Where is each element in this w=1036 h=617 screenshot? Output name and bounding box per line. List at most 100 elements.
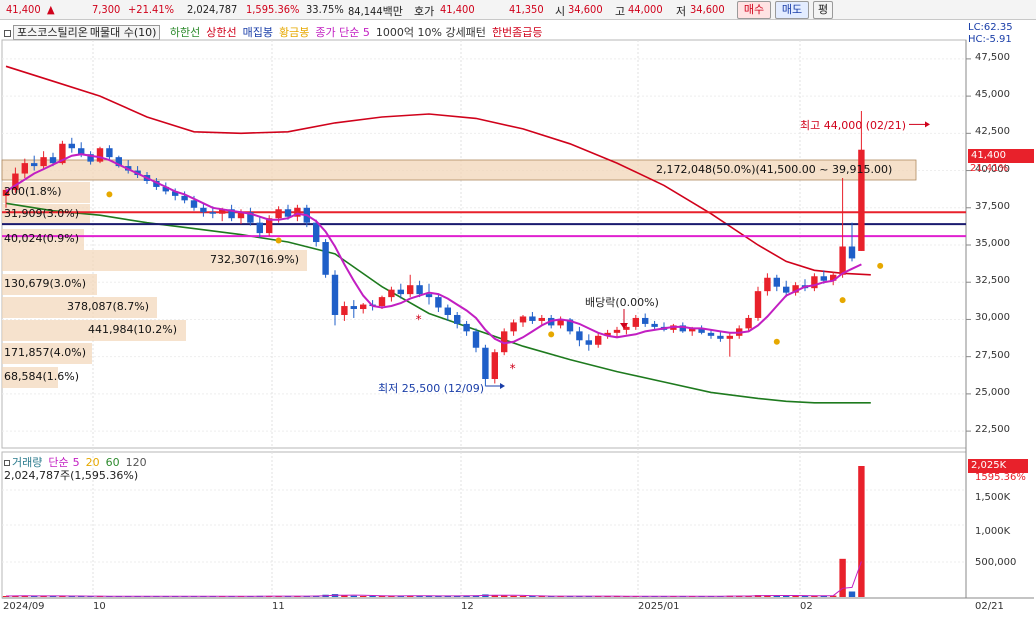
candle-body xyxy=(754,291,762,318)
volume-profile-label: 441,984(10.2%) xyxy=(88,323,178,336)
golden-bar-marker xyxy=(275,237,282,244)
candle-body xyxy=(322,242,329,275)
volume-profile-label: 200(1.8%) xyxy=(4,185,62,198)
x-label-2025-01: 2025/01 xyxy=(638,601,680,612)
candle-body xyxy=(717,335,724,339)
candle-body xyxy=(68,143,75,149)
y-tick-label: 27,500 xyxy=(975,349,1010,361)
y-tick-label: 45,000 xyxy=(975,89,1010,101)
volume-bar xyxy=(360,596,367,597)
candle-body xyxy=(388,289,395,298)
volume-profile-label: 2,172,048(50.0%)(41,500.00 ~ 39,915.00) xyxy=(656,163,893,176)
candle-body xyxy=(350,306,357,310)
candle-body xyxy=(585,340,592,345)
golden-bar-marker xyxy=(548,331,555,338)
candle-body xyxy=(31,163,38,167)
y-tick-label: 42,500 xyxy=(975,126,1010,138)
candle-body xyxy=(529,316,536,321)
volume-bar xyxy=(350,595,357,597)
x-label-02: 02 xyxy=(800,601,813,612)
candle-body xyxy=(707,332,715,336)
volume-box-icon xyxy=(4,460,10,466)
candle-body xyxy=(454,314,461,324)
y-tick-label: 30,000 xyxy=(975,312,1010,324)
y-tick-label: 25,000 xyxy=(975,386,1010,398)
candle-body xyxy=(651,323,658,327)
current-price-tag: 41,400 xyxy=(968,149,1034,163)
candle-body xyxy=(510,322,517,332)
candle-body xyxy=(482,347,489,379)
x-label-12: 12 xyxy=(461,601,474,612)
candle-body xyxy=(839,246,846,275)
asterisk-marker: * xyxy=(416,312,422,326)
volume-ma5-line xyxy=(5,561,862,597)
candle-body xyxy=(416,285,423,295)
candle-body xyxy=(275,209,282,219)
candle-body xyxy=(726,335,733,339)
candle-body xyxy=(773,277,780,287)
candle-body xyxy=(613,329,621,333)
volume-axis-500k: 500,000 xyxy=(975,557,1017,568)
y-tick-label: 32,500 xyxy=(975,275,1010,287)
asterisk-marker: * xyxy=(510,362,516,376)
candle-body xyxy=(463,323,470,332)
volume-bar xyxy=(839,558,846,597)
x-label-02-21: 02/21 xyxy=(975,601,1004,612)
volume-bar xyxy=(501,595,508,597)
current-pct-tag: 21.41% xyxy=(970,163,1009,174)
candle-body xyxy=(313,222,320,243)
candle-body xyxy=(595,335,602,345)
candle-body xyxy=(491,352,498,379)
golden-bar-marker xyxy=(106,191,113,198)
candle-body xyxy=(764,277,771,292)
volume-profile-label: 68,584(1.6%) xyxy=(4,370,80,383)
candle-body xyxy=(209,212,216,214)
volume-profile-label: 378,087(8.7%) xyxy=(67,300,150,313)
low-arrow-icon xyxy=(500,383,505,389)
candle-body xyxy=(190,200,198,208)
candle-body xyxy=(435,297,442,308)
golden-bar-marker xyxy=(839,297,846,304)
candle-body xyxy=(576,331,583,341)
candle-body xyxy=(425,294,433,298)
y-tick-label: 37,500 xyxy=(975,200,1010,212)
candle-body xyxy=(632,317,639,327)
x-label-10: 10 xyxy=(93,601,106,612)
high-annotation: 최고 44,000 (02/21) xyxy=(800,119,907,132)
y-tick-label: 22,500 xyxy=(975,424,1010,436)
candle-body xyxy=(96,148,104,162)
volume-profile-label: 130,679(3.0%) xyxy=(4,277,87,290)
volume-bar xyxy=(858,466,865,597)
y-tick-label: 47,500 xyxy=(975,51,1010,63)
candle-body xyxy=(820,276,827,281)
low-annotation: 최저 25,500 (12/09) xyxy=(378,382,485,395)
golden-bar-marker xyxy=(877,262,884,269)
y-tick-label: 35,000 xyxy=(975,238,1010,249)
candle-body xyxy=(200,207,207,213)
volume-bar xyxy=(510,595,517,597)
candle-body xyxy=(407,285,414,295)
candle-body xyxy=(783,286,790,293)
candle-body xyxy=(106,148,113,158)
candle-body xyxy=(378,297,386,307)
volume-profile-label: 171,857(4.0%) xyxy=(4,346,87,359)
price-chart[interactable]: ** xyxy=(0,0,1036,617)
volume-axis-1000k: 1,000K xyxy=(975,526,1011,537)
candle-body xyxy=(284,209,292,217)
golden-bar-marker xyxy=(773,338,780,345)
candle-body xyxy=(331,274,339,315)
x-label-2024-09: 2024/09 xyxy=(3,601,45,612)
candle-body xyxy=(444,307,451,315)
candle-body xyxy=(40,157,47,167)
volume-bar xyxy=(519,596,527,597)
dividend-annotation: 배당락(0.00%) xyxy=(585,296,659,309)
candle-body xyxy=(519,316,527,323)
volume-axis-1500k: 1,500K xyxy=(975,492,1011,503)
candle-body xyxy=(341,306,348,315)
volume-profile-label: 40,024(0.9%) xyxy=(4,232,80,245)
volume-bar xyxy=(369,596,376,597)
volume-current-text: 2,024,787주(1,595.36%) xyxy=(4,469,139,482)
candle-body xyxy=(472,331,480,348)
volume-bar xyxy=(848,591,856,597)
candle-body xyxy=(642,317,649,324)
